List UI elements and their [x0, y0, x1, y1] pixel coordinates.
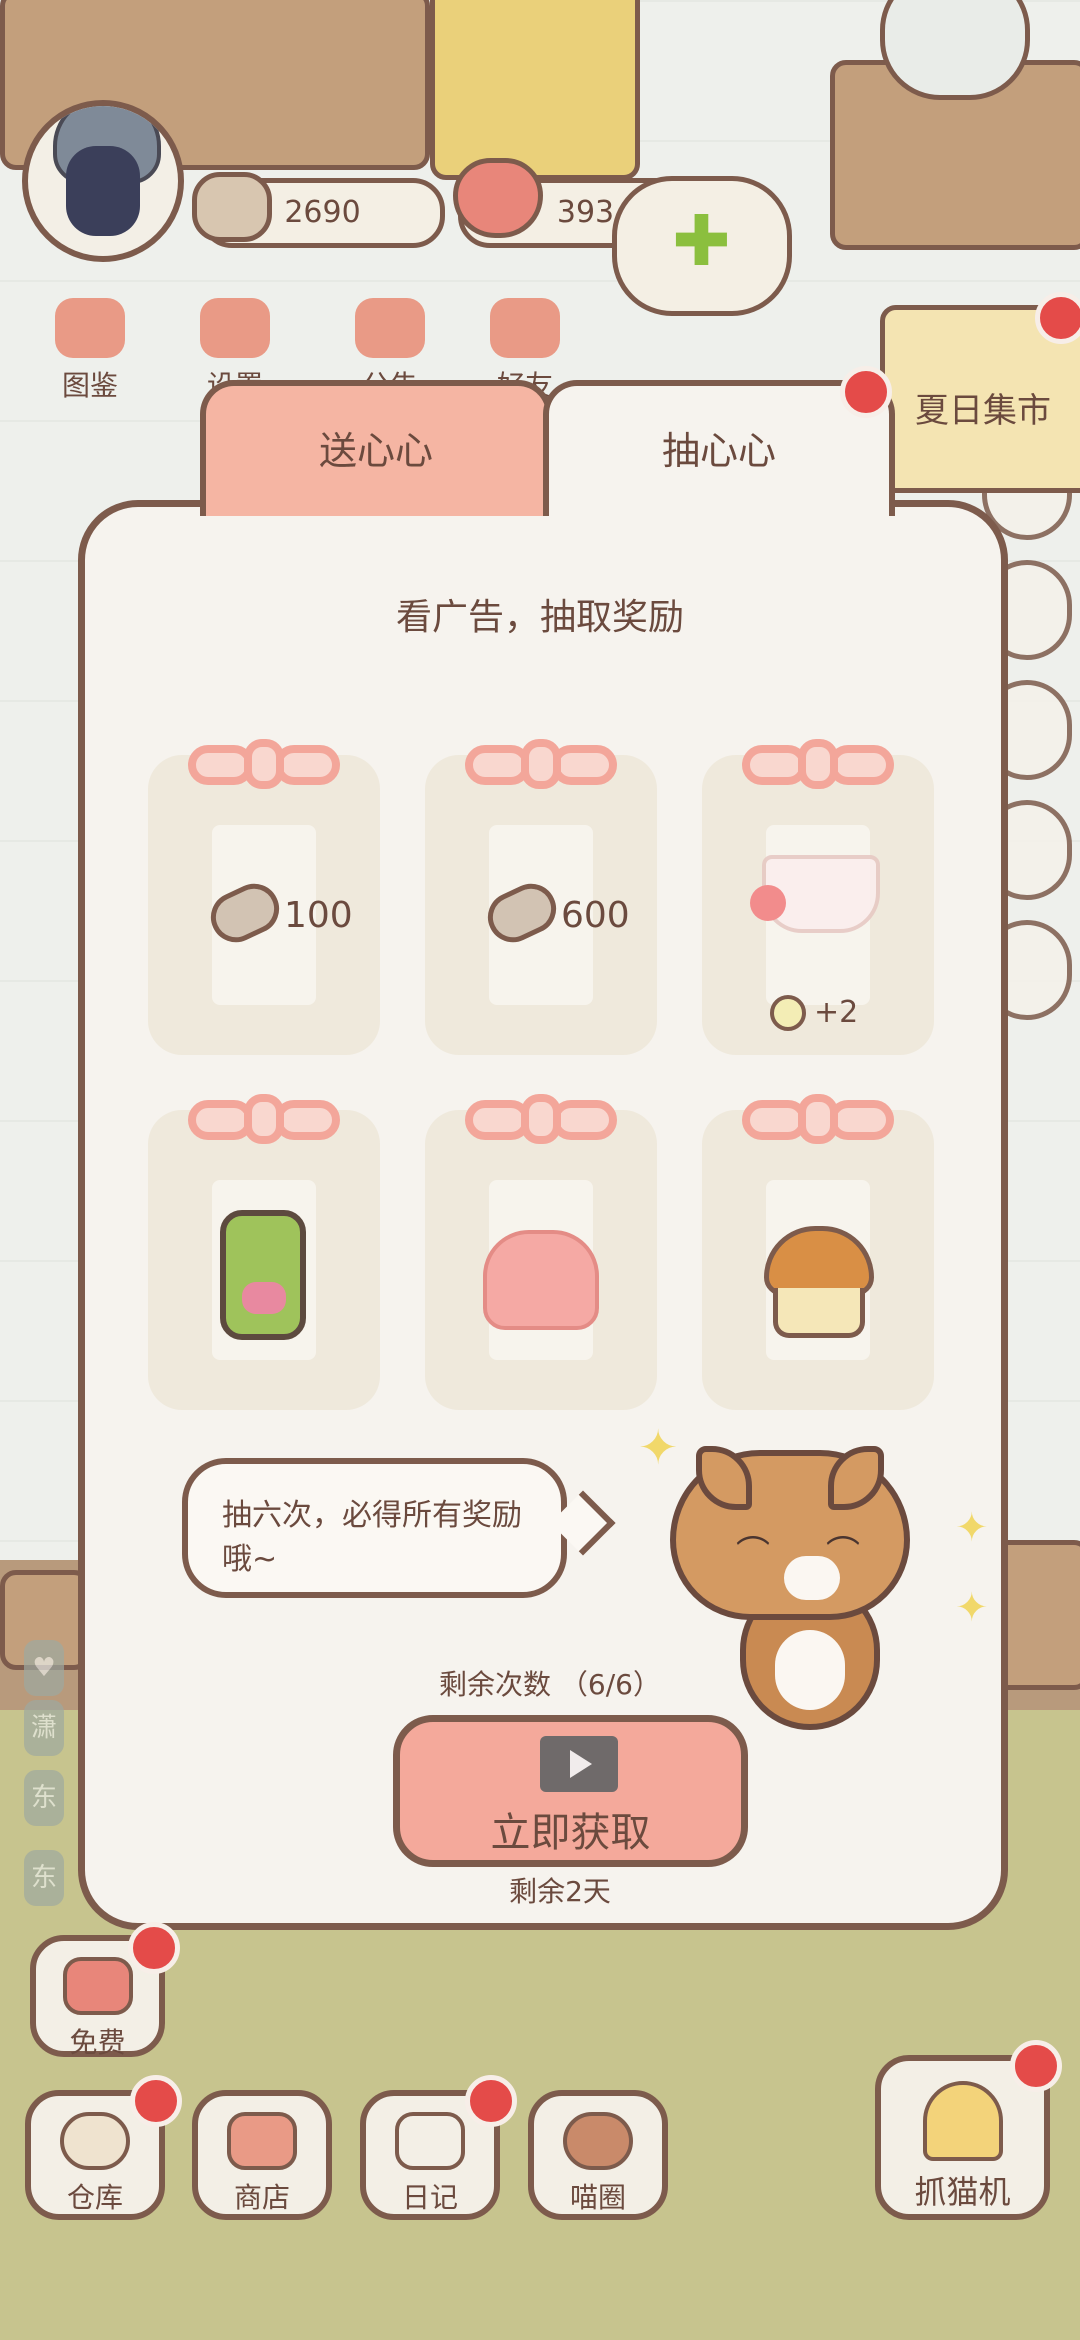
tab-send-hearts[interactable]: 送心心 — [200, 380, 552, 516]
notification-dot — [130, 2075, 182, 2127]
fish-icon — [192, 172, 272, 242]
reward-card — [148, 1094, 380, 1410]
storage-icon — [60, 2112, 130, 2170]
sparkle-icon: ✦ — [955, 1585, 989, 1631]
reward-card: 600 — [425, 739, 657, 1055]
ribbon-knot-icon — [465, 1094, 617, 1148]
summer-market-label: 夏日集市 — [915, 391, 1051, 431]
days-remaining: 剩余2天 — [509, 1875, 611, 1908]
jelly-icon — [483, 1230, 599, 1330]
heart-icon — [62, 1957, 133, 2015]
get-now-button[interactable]: 立即获取 — [393, 1715, 748, 1867]
cat-circle-button[interactable]: 喵圈 — [528, 2090, 668, 2220]
cat-book-icon — [55, 298, 125, 358]
speech-bubble: 抽六次，必得所有奖励哦~ — [182, 1458, 567, 1598]
ribbon-knot-icon — [465, 739, 617, 793]
plus-icon: ✚ — [672, 200, 731, 282]
notification-dot — [465, 2075, 517, 2127]
yellow-fridge — [430, 0, 640, 180]
play-badge-icon — [750, 885, 786, 921]
video-play-icon — [540, 1736, 618, 1792]
friends-icon — [490, 298, 560, 358]
ribbon-knot-icon — [742, 739, 894, 793]
heart-count: 393 — [556, 195, 615, 230]
fish-count: 2690 — [284, 195, 361, 230]
notification-dot — [128, 1922, 180, 1974]
shop-icon — [227, 2112, 297, 2170]
ribbon-knot-icon — [188, 1094, 340, 1148]
fan — [880, 0, 1030, 100]
claw-icon — [922, 2081, 1003, 2161]
avatar[interactable] — [22, 100, 184, 262]
reward-card: +2 — [702, 739, 934, 1055]
notification-dot — [840, 366, 892, 418]
hud-button-collection[interactable]: 图鉴 — [30, 290, 150, 410]
sparkle-icon: ✦ — [955, 1505, 989, 1551]
heart-icon — [453, 158, 543, 238]
notification-dot — [1035, 292, 1080, 344]
cat-can-icon — [220, 1210, 306, 1340]
notification-dot — [1010, 2040, 1062, 2092]
ribbon-knot-icon — [742, 1094, 894, 1148]
gear-icon — [200, 298, 270, 358]
gift-icon — [355, 298, 425, 358]
reward-amount: 100 — [284, 895, 353, 936]
reward-card — [425, 1094, 657, 1410]
reward-card — [702, 1094, 934, 1410]
cat-planet-icon — [563, 2112, 633, 2170]
dialog-subtitle: 看广告，抽取奖励 — [395, 597, 684, 638]
reward-amount: 600 — [561, 895, 630, 936]
remaining-count: 剩余次数 （6/6） — [439, 1668, 661, 1701]
yarn-ball-icon — [770, 995, 806, 1031]
reward-amount: +2 — [814, 995, 859, 1030]
sparkle-icon: ✦ — [638, 1420, 679, 1476]
diary-icon — [395, 2112, 465, 2170]
add-hearts-button[interactable]: ✚ — [612, 176, 792, 316]
shop-button[interactable]: 商店 — [192, 2090, 332, 2220]
ribbon-knot-icon — [188, 739, 340, 793]
side-list-item[interactable]: 潇 — [24, 1700, 64, 1756]
side-list-item[interactable]: 东 — [24, 1770, 64, 1826]
reward-card: 100 — [148, 739, 380, 1055]
